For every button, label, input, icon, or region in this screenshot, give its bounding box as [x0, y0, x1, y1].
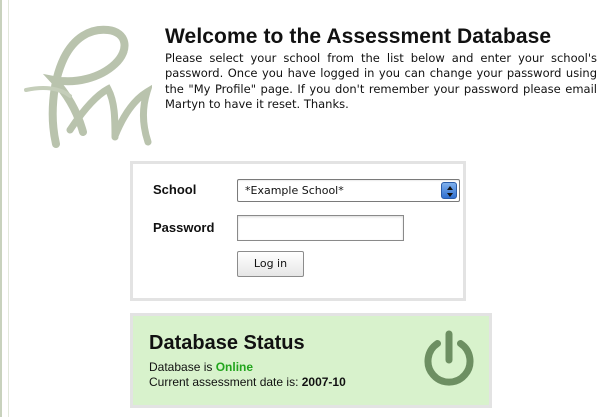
select-arrows-icon[interactable]	[441, 182, 457, 199]
school-select-value: *Example School*	[245, 184, 344, 197]
power-icon	[424, 330, 474, 386]
login-button[interactable]: Log in	[237, 251, 304, 277]
database-online-status: Online	[215, 360, 254, 374]
password-label: Password	[153, 220, 215, 235]
welcome-text: Please select your school from the list …	[165, 51, 597, 111]
assessment-date-value: 2007-10	[301, 375, 346, 389]
welcome-section: Welcome to the Assessment Database Pleas…	[165, 25, 597, 112]
login-panel: School *Example School* Password Log in	[130, 161, 466, 301]
page-title: Welcome to the Assessment Database	[165, 25, 552, 48]
assessment-date-line: Current assessment date is: 2007-10	[149, 375, 346, 389]
status-title: Database Status	[149, 332, 305, 354]
page: Welcome to the Assessment Database Pleas…	[0, 0, 604, 417]
database-status-prefix: Database is	[149, 360, 216, 374]
database-status-line: Database is Online	[149, 360, 253, 374]
school-label: School	[153, 182, 197, 197]
assessment-date-prefix: Current assessment date is:	[149, 375, 302, 389]
rm-monogram-logo	[24, 25, 152, 148]
password-input[interactable]	[237, 215, 404, 241]
database-status-panel: Database Status Database is Online Curre…	[130, 313, 492, 408]
school-select[interactable]: *Example School*	[237, 179, 460, 202]
